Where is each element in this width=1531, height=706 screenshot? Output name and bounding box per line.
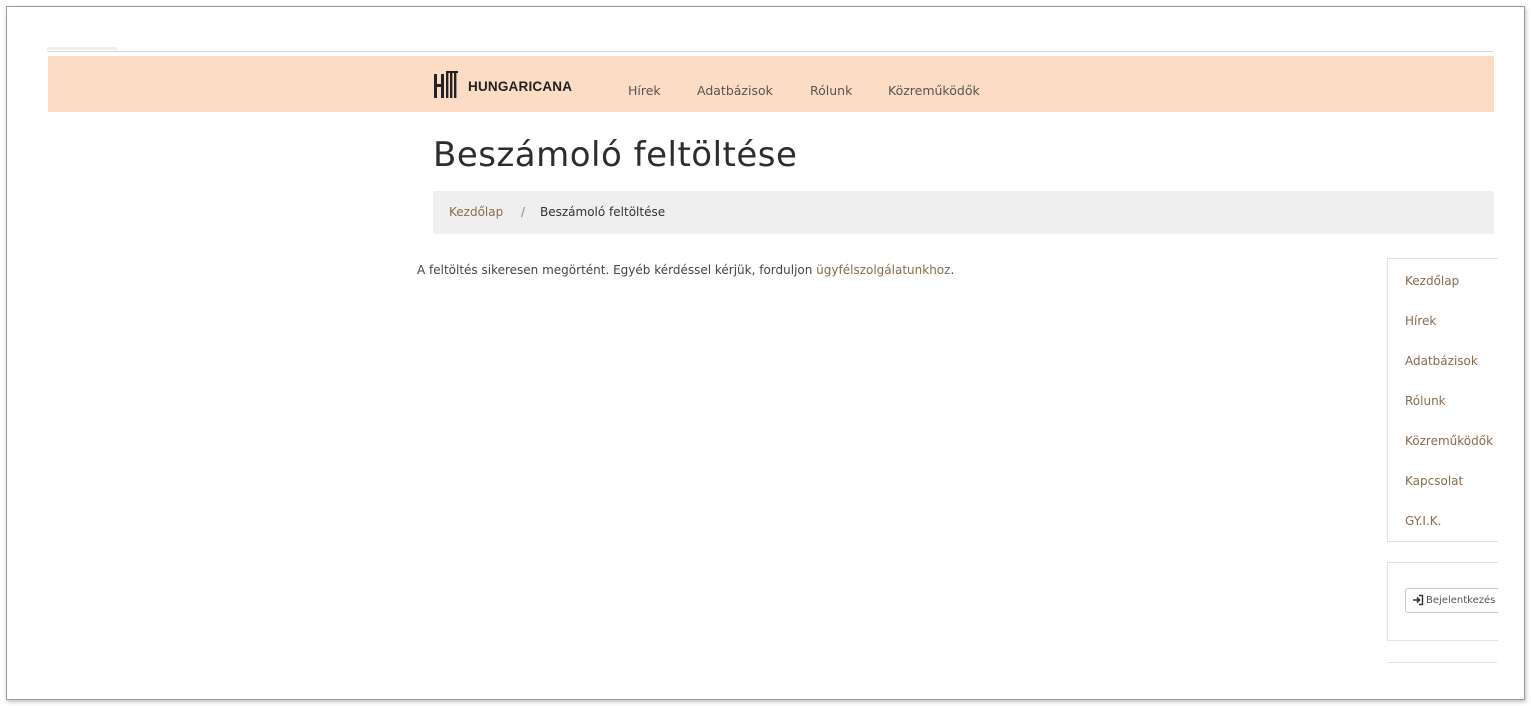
success-message: A feltöltés sikeresen megörtént. Egyéb k… [417, 263, 954, 277]
breadcrumb-separator: / [521, 205, 526, 219]
nav-item-kozremukodok[interactable]: Közreműködők [888, 83, 980, 98]
sidebar-item-kezdolap[interactable]: Kezdőlap [1405, 274, 1459, 288]
sidebar-menu: Kezdőlap Hírek Adatbázisok Rólunk Közrem… [1387, 258, 1498, 542]
breadcrumb-current: Beszámoló feltöltése [540, 205, 666, 219]
page-title: Beszámoló feltöltése [433, 135, 798, 175]
sidebar-item-gyik[interactable]: GY.I.K. [1405, 514, 1441, 528]
top-navbar: HUNGARICANA Hírek Adatbázisok Rólunk Köz… [48, 56, 1494, 112]
nav-item-adatbazisok[interactable]: Adatbázisok [697, 83, 773, 98]
sidebar-item-rolunk[interactable]: Rólunk [1405, 394, 1446, 408]
brand-name: HUNGARICANA [468, 78, 573, 94]
nav-item-hirek[interactable]: Hírek [628, 83, 661, 98]
sidebar-item-kapcsolat[interactable]: Kapcsolat [1405, 474, 1463, 488]
browser-viewport: HUNGARICANA Hírek Adatbázisok Rólunk Köz… [6, 6, 1525, 700]
sidebar-bottom-edge [1387, 662, 1497, 663]
message-end: . [950, 263, 955, 277]
sidebar-item-kozremukodok[interactable]: Közreműködők [1405, 434, 1493, 448]
address-bar-edge [47, 47, 1493, 52]
brand-logo-link[interactable]: HUNGARICANA [432, 71, 572, 101]
breadcrumb-home-link[interactable]: Kezdőlap [449, 205, 503, 219]
message-text: A feltöltés sikeresen megörtént. Egyéb k… [417, 263, 817, 277]
sidebar-item-hirek[interactable]: Hírek [1405, 314, 1436, 328]
breadcrumb: Kezdőlap / Beszámoló feltöltése [433, 191, 1494, 234]
sign-in-icon [1412, 591, 1424, 610]
sidebar-item-adatbazisok[interactable]: Adatbázisok [1405, 354, 1478, 368]
hungaricana-logo-icon [432, 71, 460, 101]
tab-stub [47, 47, 117, 50]
customer-service-link[interactable]: ügyfélszolgálatunkhoz [816, 263, 950, 277]
login-panel: Bejelentkezés [1387, 562, 1498, 641]
login-button[interactable]: Bejelentkezés [1405, 588, 1498, 613]
login-button-label: Bejelentkezés [1426, 595, 1496, 606]
nav-item-rolunk[interactable]: Rólunk [810, 83, 852, 98]
